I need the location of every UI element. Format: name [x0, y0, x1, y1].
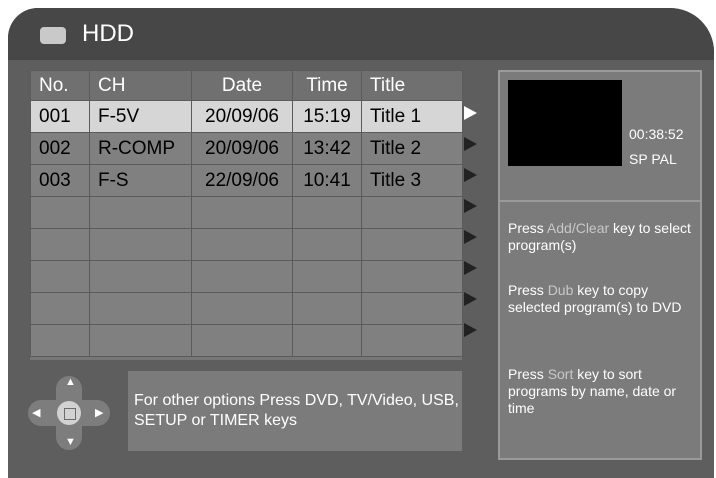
- hdd-icon: [40, 27, 66, 44]
- cell-no: 003: [30, 164, 90, 197]
- column-header-time: Time: [292, 70, 362, 101]
- cell-date: 22/09/06: [191, 164, 293, 197]
- table-row[interactable]: [30, 324, 463, 357]
- cell-ch: [89, 260, 192, 293]
- navigation-dpad[interactable]: ▲ ▼ ◀ ▶: [28, 376, 110, 450]
- help-text: Press: [508, 220, 547, 236]
- cell-title: Title 3: [361, 164, 463, 197]
- row-arrow-icon: [464, 230, 477, 244]
- table-row[interactable]: [30, 196, 463, 229]
- table-row[interactable]: [30, 292, 463, 325]
- table-row[interactable]: [30, 260, 463, 293]
- cell-title: [361, 228, 463, 261]
- row-arrow-icon: [464, 106, 477, 120]
- cell-time: 10:41: [292, 164, 362, 197]
- column-header-ch: CH: [89, 70, 192, 101]
- cell-ch: [89, 292, 192, 325]
- page-title: HDD: [82, 20, 134, 47]
- cell-title: Title 1: [361, 100, 463, 133]
- cell-title: [361, 260, 463, 293]
- row-arrow-icon: [464, 323, 477, 337]
- cell-time: [292, 260, 362, 293]
- left-arrow-icon[interactable]: ◀: [32, 406, 40, 419]
- cell-ch: R-COMP: [89, 132, 192, 165]
- cell-time: [292, 196, 362, 229]
- cell-time: 15:19: [292, 100, 362, 133]
- preview-recording-mode: SP PAL: [629, 151, 677, 167]
- cell-date: 20/09/06: [191, 100, 293, 133]
- dpad-ok-button[interactable]: [57, 401, 81, 425]
- table-row[interactable]: [30, 228, 463, 261]
- row-arrow-icon: [464, 168, 477, 182]
- down-arrow-icon[interactable]: ▼: [65, 436, 76, 448]
- program-table: No. CH Date Time Title 001 F-5V 20/09/06 15…: [30, 70, 463, 357]
- help-dub: Press Dub key to copy selected program(s…: [508, 282, 698, 316]
- column-header-date: Date: [191, 70, 293, 101]
- help-key-add-clear: Add/Clear: [546, 220, 610, 236]
- cell-date: [191, 260, 293, 293]
- row-arrow-icon: [464, 137, 477, 151]
- column-header-no: No.: [30, 70, 90, 101]
- help-add-clear: Press Add/Clear key to select program(s): [508, 220, 698, 254]
- cell-ch: F-S: [89, 164, 192, 197]
- up-arrow-icon[interactable]: ▲: [65, 376, 76, 388]
- cell-ch: F-5V: [89, 100, 192, 133]
- cell-time: [292, 228, 362, 261]
- cell-no: [30, 324, 90, 357]
- row-arrow-icon: [464, 292, 477, 306]
- column-header-title: Title: [361, 70, 463, 101]
- help-key-sort: Sort: [547, 366, 574, 382]
- cell-no: 001: [30, 100, 90, 133]
- table-header-row: No. CH Date Time Title: [30, 70, 463, 101]
- options-hint: For other options Press DVD, TV/Video, U…: [134, 392, 459, 429]
- cell-no: 002: [30, 132, 90, 165]
- cell-time: [292, 324, 362, 357]
- cell-date: 20/09/06: [191, 132, 293, 165]
- help-key-dub: Dub: [547, 282, 574, 298]
- cell-no: [30, 196, 90, 229]
- table-row[interactable]: 001 F-5V 20/09/06 15:19 Title 1: [30, 100, 463, 133]
- right-arrow-icon[interactable]: ▶: [95, 406, 103, 419]
- cell-ch: [89, 324, 192, 357]
- cell-title: [361, 196, 463, 229]
- cell-date: [191, 324, 293, 357]
- help-text: Press: [508, 366, 548, 382]
- cell-time: 13:42: [292, 132, 362, 165]
- cell-ch: [89, 228, 192, 261]
- cell-no: [30, 260, 90, 293]
- cell-no: [30, 292, 90, 325]
- cell-title: Title 2: [361, 132, 463, 165]
- preview-window: [508, 80, 622, 166]
- cell-title: [361, 292, 463, 325]
- cell-no: [30, 228, 90, 261]
- row-arrow-icon: [464, 199, 477, 213]
- table-row[interactable]: 002 R-COMP 20/09/06 13:42 Title 2: [30, 132, 463, 165]
- cell-date: [191, 292, 293, 325]
- cell-date: [191, 228, 293, 261]
- cell-title: [361, 324, 463, 357]
- row-arrow-icon: [464, 261, 477, 275]
- preview-duration: 00:38:52: [629, 126, 684, 142]
- cell-date: [191, 196, 293, 229]
- help-sort: Press Sort key to sort programs by name,…: [508, 366, 698, 417]
- table-row[interactable]: 003 F-S 22/09/06 10:41 Title 3: [30, 164, 463, 197]
- help-text: Press: [508, 282, 548, 298]
- cell-ch: [89, 196, 192, 229]
- cell-time: [292, 292, 362, 325]
